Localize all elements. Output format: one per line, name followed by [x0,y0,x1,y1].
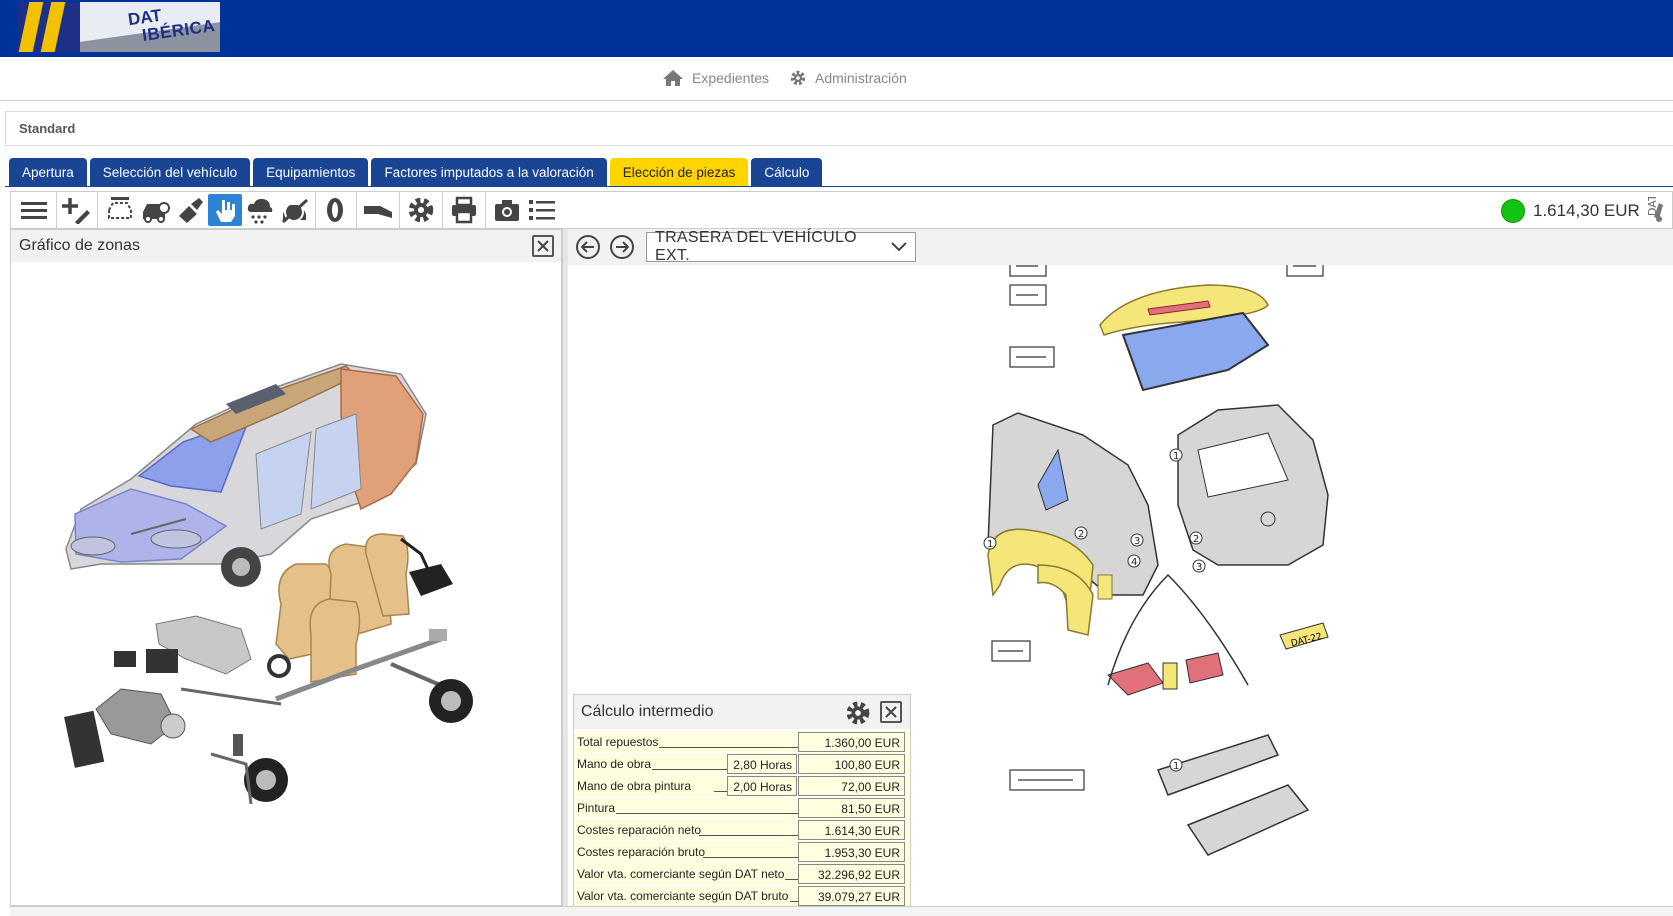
zone-graphic-title: Gráfico de zonas [19,237,140,254]
calc-table: Total repuestos 1.360,00 EUR Mano de obr… [574,731,910,907]
prev-zone-button[interactable] [576,235,600,259]
zone-graphic-panel: Gráfico de zonas [10,229,562,906]
svg-text:1: 1 [1173,451,1179,462]
next-zone-button[interactable] [610,235,634,259]
tire-icon[interactable] [318,194,352,226]
calc-row-label: Valor vta. comerciante según DAT neto [577,867,785,881]
tab-equipamientos[interactable]: Equipamientos [253,158,369,186]
paint-icon[interactable] [173,194,207,226]
zone-select[interactable]: TRASERA DEL VEHÍCULO EXT. [646,229,916,264]
calc-title: Cálculo intermedio [581,703,714,720]
nav-administracion[interactable]: Administración [789,69,907,87]
home-icon [663,70,683,86]
calc-row-value: 100,80 EUR [798,754,905,774]
close-icon [537,240,549,252]
dat-tool-icon[interactable]: DAT [1636,194,1670,226]
calc-row: Mano de obra 2,80 Horas 100,80 EUR [574,753,910,775]
repair-total: 1.614,30 EUR [1501,199,1640,223]
nav-expedientes-label: Expedientes [692,70,770,86]
tab-strip: Apertura Selección del vehículo Equipami… [9,158,823,186]
calc-row-value: 1.953,30 EUR [798,842,905,862]
svg-text:4: 4 [1131,557,1137,568]
print-icon[interactable] [447,194,481,226]
calc-row: Valor vta. comerciante según DAT neto 32… [574,863,910,885]
svg-text:1: 1 [1173,761,1179,772]
calc-row-label: Costes reparación neto [577,823,702,837]
svg-text:1: 1 [987,539,993,550]
calc-row-hours: 2,00 Horas [727,776,797,796]
tail-lamp-left-part[interactable] [1107,662,1164,696]
svg-text:2: 2 [1078,529,1084,540]
calc-row-hours: 2,80 Horas [727,754,797,774]
car-damage-icon[interactable] [138,194,172,226]
add-edit-icon[interactable] [59,194,93,226]
tab-seleccion-vehiculo[interactable]: Selección del vehículo [89,158,251,186]
dat-iberica-logo[interactable]: DAT IBÉRICA [18,2,220,52]
camera-icon[interactable] [490,194,524,226]
calc-row: Valor vta. comerciante según DAT bruto 3… [574,885,910,907]
no-car-icon[interactable] [278,194,312,226]
arrow-left-icon [581,241,594,253]
close-calc-panel-button[interactable] [880,701,902,723]
calc-row-value: 32.296,92 EUR [798,864,905,884]
menu-icon[interactable] [17,194,51,226]
bottom-bar [10,906,1673,916]
section-title: Standard [19,121,76,136]
calc-settings-button[interactable] [845,700,871,726]
svg-text:3: 3 [1134,536,1140,547]
calc-row-value: 1.614,30 EUR [798,820,905,840]
hand-select-icon[interactable] [208,194,242,226]
calc-row-value: 1.360,00 EUR [798,732,905,752]
gear-icon [846,701,870,725]
pipe-icon[interactable] [361,194,395,226]
calc-row-label: Mano de obra pintura [577,779,692,793]
tab-calculo[interactable]: Cálculo [751,158,823,186]
calc-row: Total repuestos 1.360,00 EUR [574,731,910,753]
settings-icon[interactable] [404,194,438,226]
exploded-car-diagram[interactable] [11,264,561,904]
vehicle-select-icon[interactable] [103,194,137,226]
status-indicator [1501,199,1525,223]
mechanical-zone[interactable] [64,537,473,805]
list-icon[interactable] [525,194,559,226]
tab-eleccion-piezas[interactable]: Elección de piezas [609,158,749,186]
arrow-right-icon [616,241,629,253]
close-zone-panel-button[interactable] [532,235,554,257]
nav-administracion-label: Administración [815,70,907,86]
gear-icon [790,70,806,86]
license-plate-part[interactable]: DAT-22 [1279,622,1329,650]
top-header: DAT IBÉRICA [0,0,1673,57]
tab-apertura[interactable]: Apertura [9,158,87,186]
calc-row: Costes reparación neto 1.614,30 EUR [574,819,910,841]
calc-row: Costes reparación bruto 1.953,30 EUR [574,841,910,863]
calc-row-value: 81,50 EUR [798,798,905,818]
svg-text:3: 3 [1196,562,1202,573]
svg-text:2: 2 [1193,534,1199,545]
tab-factores[interactable]: Factores imputados a la valoración [371,158,607,186]
calc-row-label: Total repuestos [577,735,659,749]
calc-row: Pintura 81,50 EUR [574,797,910,819]
nav-expedientes[interactable]: Expedientes [662,69,769,87]
calc-row-label: Mano de obra [577,757,652,771]
calc-row-label: Pintura [577,801,616,815]
calc-row-value: 72,00 EUR [798,776,905,796]
calc-row-label: Valor vta. comerciante según DAT bruto [577,889,789,903]
main-nav: Expedientes Administración [0,57,1673,101]
tail-lamp-right-part[interactable] [1185,652,1224,684]
repair-total-value: 1.614,30 EUR [1533,201,1640,220]
chevron-down-icon [891,242,907,252]
intermediate-calc-panel: Cálculo intermedio Total repuestos 1.360… [573,694,911,907]
hail-icon[interactable] [243,194,277,226]
calc-row-label: Costes reparación bruto [577,845,706,859]
zone-select-value: TRASERA DEL VEHÍCULO EXT. [655,229,857,264]
calc-row-value: 39.079,27 EUR [798,886,905,906]
calc-row: Mano de obra pintura 2,00 Horas 72,00 EU… [574,775,910,797]
section-bar: Standard [5,111,1673,146]
close-icon [885,706,897,718]
toolbar: 1.614,30 EUR DAT [10,191,1673,229]
